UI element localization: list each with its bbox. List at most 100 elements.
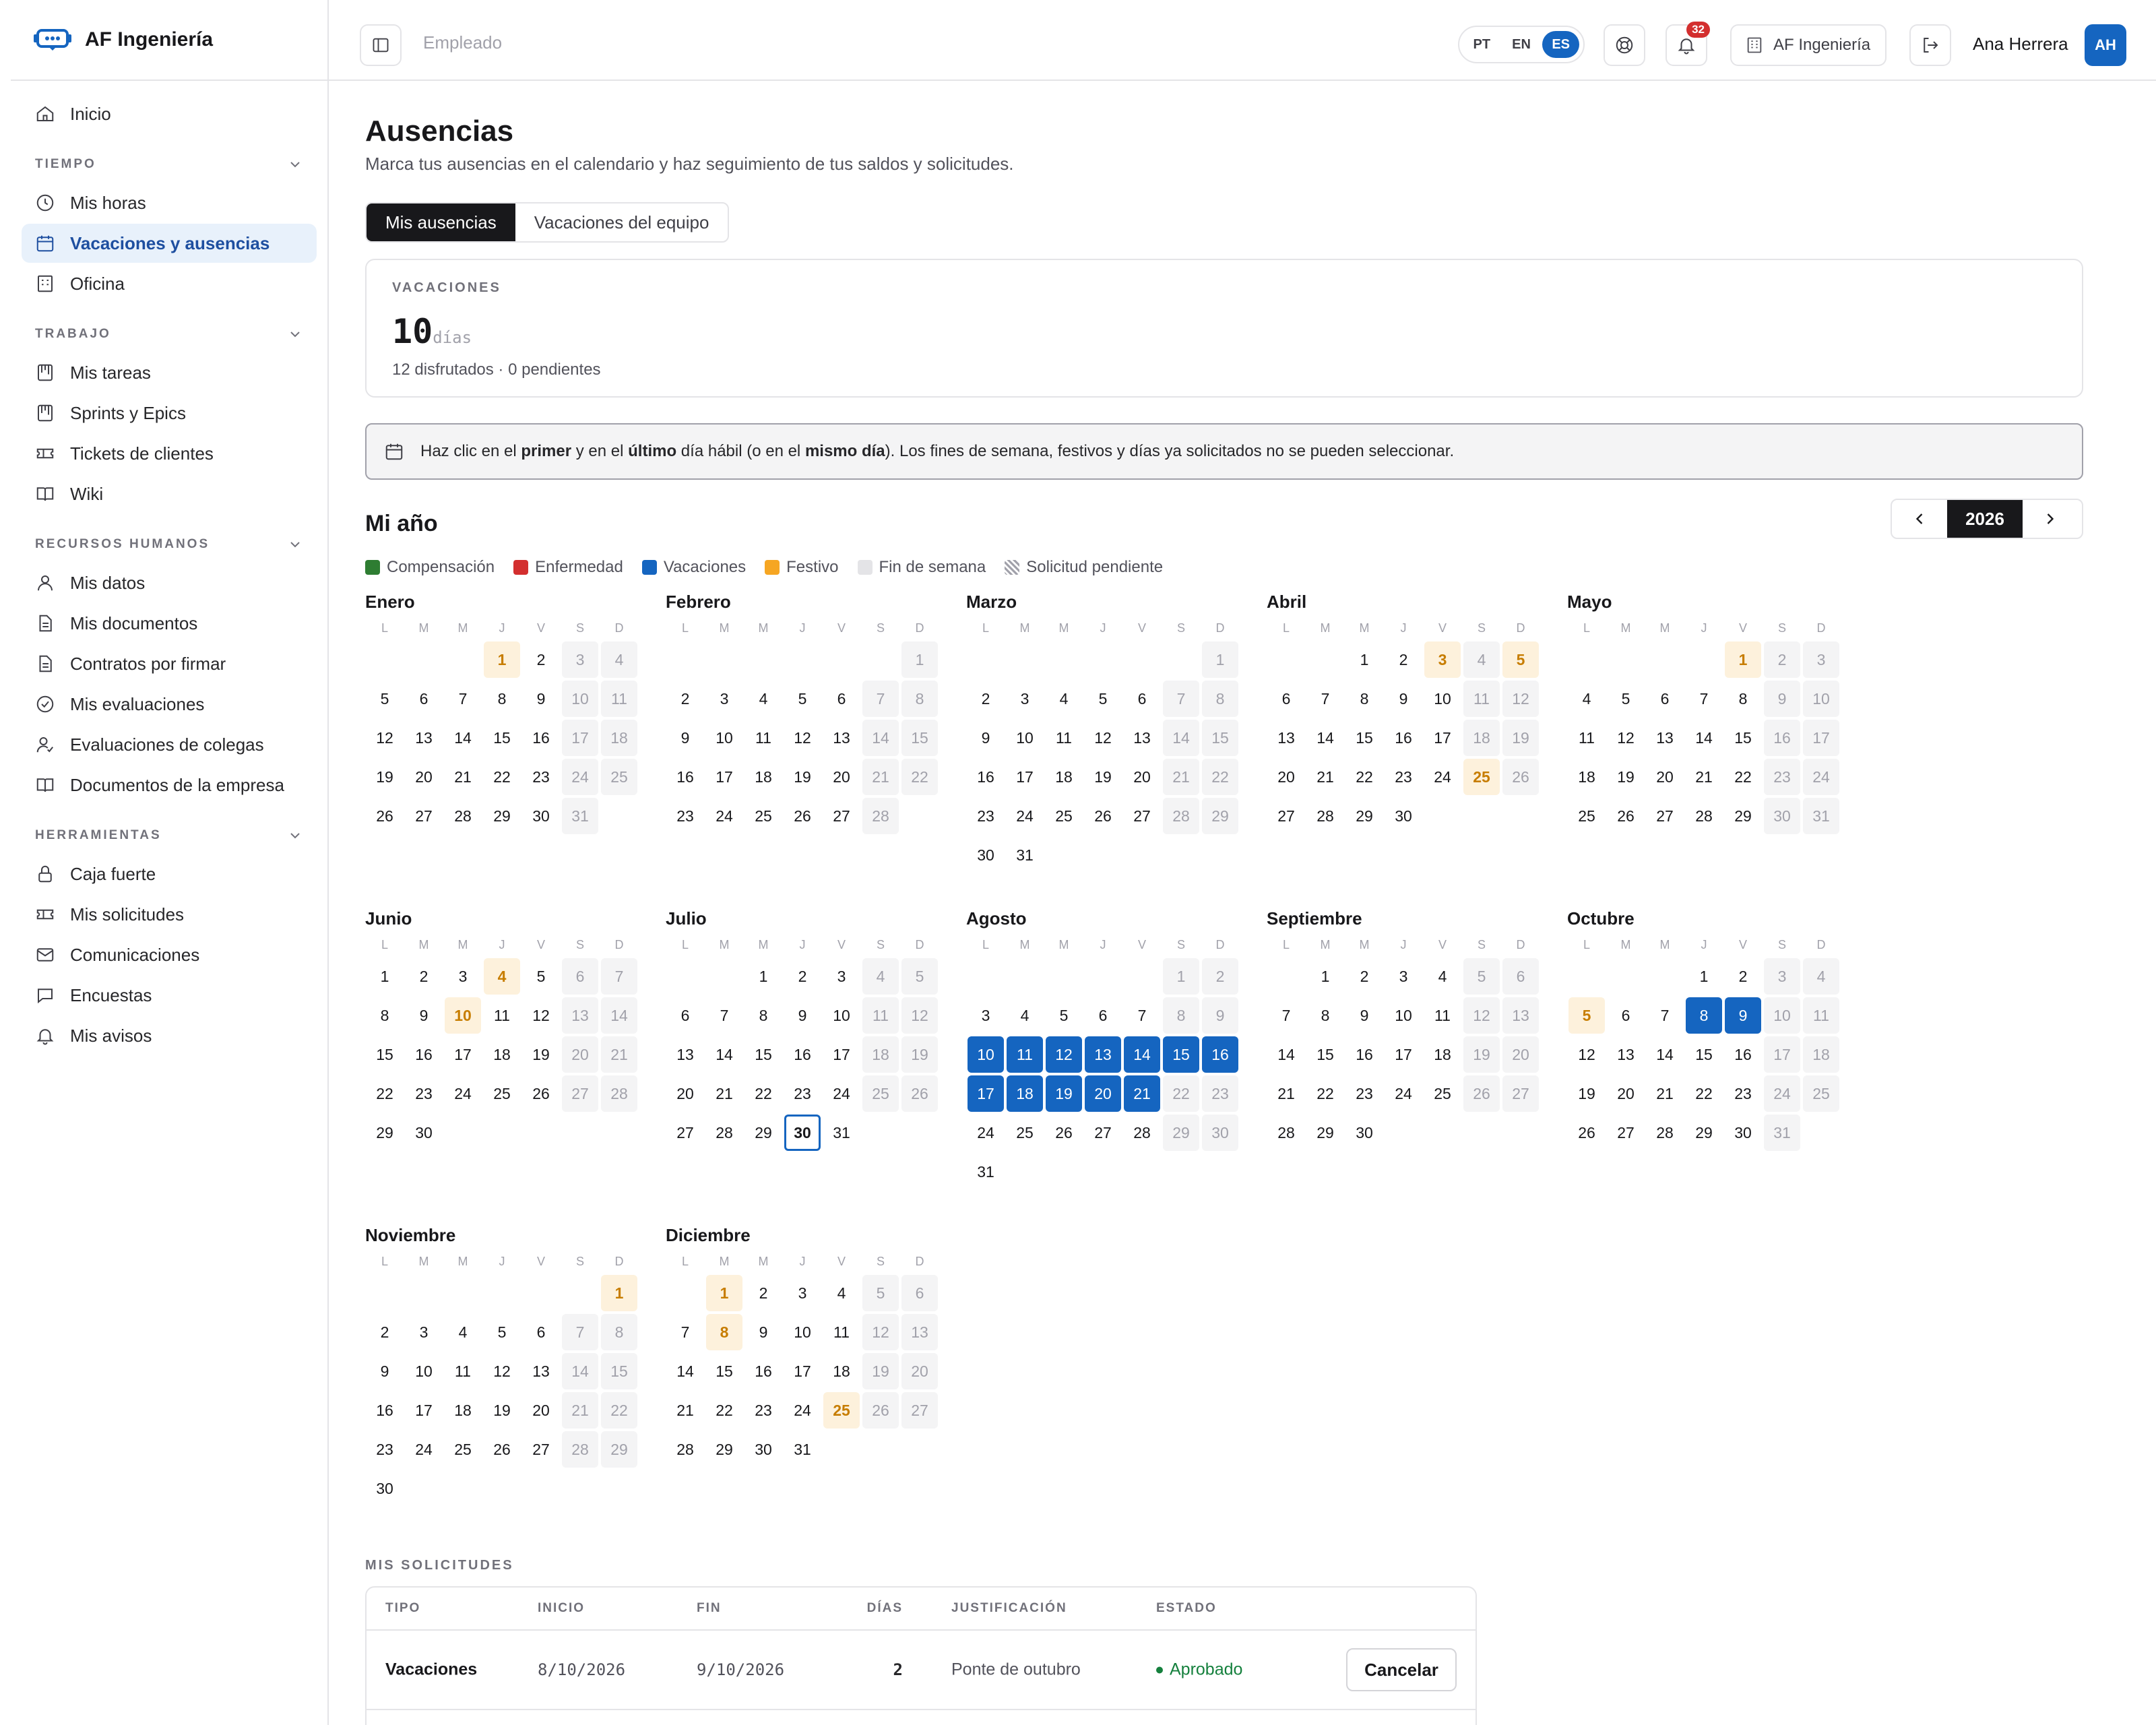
day-cell[interactable]: 16: [1346, 1036, 1383, 1073]
day-cell[interactable]: 10: [1385, 997, 1422, 1034]
sidebar-section-tiempo[interactable]: TIEMPO: [22, 151, 317, 178]
day-cell[interactable]: 15: [1686, 1036, 1722, 1073]
day-cell[interactable]: 7: [1124, 997, 1160, 1034]
lang-option-en[interactable]: EN: [1503, 31, 1540, 58]
sidebar-section-trabajo[interactable]: TRABAJO: [22, 321, 317, 348]
day-cell[interactable]: 27: [1085, 1115, 1121, 1151]
day-cell[interactable]: 25: [484, 1075, 520, 1112]
day-cell[interactable]: 3: [1007, 681, 1043, 717]
cancel-request-button[interactable]: Cancelar: [1346, 1648, 1457, 1691]
day-cell[interactable]: 30: [523, 798, 559, 834]
day-cell[interactable]: 25: [1007, 1115, 1043, 1151]
day-cell[interactable]: 18: [745, 759, 782, 795]
day-cell[interactable]: 14: [1307, 720, 1343, 756]
day-cell[interactable]: 15: [1346, 720, 1383, 756]
day-cell[interactable]: 6: [1268, 681, 1304, 717]
today-day[interactable]: 30: [784, 1115, 821, 1151]
day-cell[interactable]: 21: [1268, 1075, 1304, 1112]
day-cell[interactable]: 24: [445, 1075, 481, 1112]
day-cell[interactable]: 21: [1647, 1075, 1683, 1112]
day-cell[interactable]: 18: [484, 1036, 520, 1073]
day-cell[interactable]: 22: [1307, 1075, 1343, 1112]
organization-button[interactable]: AF Ingeniería: [1730, 24, 1886, 66]
day-cell[interactable]: 22: [1725, 759, 1761, 795]
day-cell[interactable]: 18: [823, 1353, 860, 1389]
day-cell[interactable]: 30: [1725, 1115, 1761, 1151]
day-cell[interactable]: 16: [784, 1036, 821, 1073]
day-cell[interactable]: 16: [968, 759, 1004, 795]
day-cell[interactable]: 15: [706, 1353, 742, 1389]
column-header-dias[interactable]: DÍAS: [867, 1601, 903, 1616]
day-cell[interactable]: 6: [1085, 997, 1121, 1034]
day-cell[interactable]: 27: [1268, 798, 1304, 834]
day-cell[interactable]: 3: [706, 681, 742, 717]
day-cell[interactable]: 8: [745, 997, 782, 1034]
day-cell[interactable]: 23: [367, 1431, 403, 1468]
day-cell[interactable]: 11: [823, 1314, 860, 1350]
day-cell[interactable]: 14: [1268, 1036, 1304, 1073]
vacation-day[interactable]: 21: [1124, 1075, 1160, 1112]
day-cell[interactable]: 3: [823, 958, 860, 995]
vacation-day[interactable]: 11: [1007, 1036, 1043, 1073]
day-cell[interactable]: 28: [1124, 1115, 1160, 1151]
day-cell[interactable]: 24: [1007, 798, 1043, 834]
column-header-justificacion[interactable]: JUSTIFICACIÓN: [951, 1601, 1067, 1616]
day-cell[interactable]: 15: [1725, 720, 1761, 756]
vacation-day[interactable]: 13: [1085, 1036, 1121, 1073]
day-cell[interactable]: 16: [1385, 720, 1422, 756]
vacation-day[interactable]: 18: [1007, 1075, 1043, 1112]
day-cell[interactable]: 27: [823, 798, 860, 834]
day-cell[interactable]: 27: [1124, 798, 1160, 834]
day-cell[interactable]: 7: [445, 681, 481, 717]
vacation-day[interactable]: 16: [1202, 1036, 1238, 1073]
day-cell[interactable]: 30: [406, 1115, 442, 1151]
day-cell[interactable]: 2: [367, 1314, 403, 1350]
day-cell[interactable]: 28: [667, 1431, 703, 1468]
day-cell[interactable]: 3: [406, 1314, 442, 1350]
day-cell[interactable]: 31: [968, 1154, 1004, 1190]
day-cell[interactable]: 7: [667, 1314, 703, 1350]
tab-vacaciones-del-equipo[interactable]: Vacaciones del equipo: [515, 203, 728, 241]
day-cell[interactable]: 23: [1725, 1075, 1761, 1112]
day-cell[interactable]: 20: [1268, 759, 1304, 795]
day-cell[interactable]: 12: [523, 997, 559, 1034]
day-cell[interactable]: 21: [445, 759, 481, 795]
day-cell[interactable]: 4: [823, 1275, 860, 1311]
brand[interactable]: AF Ingeniería: [11, 0, 327, 81]
day-cell[interactable]: 30: [1385, 798, 1422, 834]
day-cell[interactable]: 7: [1268, 997, 1304, 1034]
logout-button[interactable]: [1909, 24, 1951, 66]
sidebar-item-tickets-de-clientes[interactable]: Tickets de clientes: [22, 434, 317, 473]
day-cell[interactable]: 30: [367, 1470, 403, 1507]
vacation-day[interactable]: 19: [1046, 1075, 1082, 1112]
sidebar-item-inicio[interactable]: Inicio: [22, 94, 317, 133]
lang-option-es[interactable]: ES: [1542, 31, 1580, 58]
day-cell[interactable]: 11: [445, 1353, 481, 1389]
day-cell[interactable]: 13: [406, 720, 442, 756]
day-cell[interactable]: 8: [367, 997, 403, 1034]
vacation-day[interactable]: 9: [1725, 997, 1761, 1034]
day-cell[interactable]: 21: [1686, 759, 1722, 795]
sidebar-item-sprints-y-epics[interactable]: Sprints y Epics: [22, 394, 317, 433]
day-cell[interactable]: 6: [667, 997, 703, 1034]
column-header-inicio[interactable]: INICIO: [538, 1601, 585, 1616]
day-cell[interactable]: 7: [706, 997, 742, 1034]
day-cell[interactable]: 27: [1608, 1115, 1644, 1151]
day-cell[interactable]: 3: [784, 1275, 821, 1311]
day-cell[interactable]: 24: [706, 798, 742, 834]
day-cell[interactable]: 17: [1007, 759, 1043, 795]
day-cell[interactable]: 10: [823, 997, 860, 1034]
day-cell[interactable]: 5: [1085, 681, 1121, 717]
day-cell[interactable]: 3: [445, 958, 481, 995]
day-cell[interactable]: 8: [484, 681, 520, 717]
day-cell[interactable]: 26: [484, 1431, 520, 1468]
day-cell[interactable]: 23: [1385, 759, 1422, 795]
day-cell[interactable]: 11: [1046, 720, 1082, 756]
day-cell[interactable]: 4: [1046, 681, 1082, 717]
day-cell[interactable]: 17: [1385, 1036, 1422, 1073]
day-cell[interactable]: 15: [484, 720, 520, 756]
sidebar-item-mis-tareas[interactable]: Mis tareas: [22, 353, 317, 392]
day-cell[interactable]: 29: [1686, 1115, 1722, 1151]
day-cell[interactable]: 12: [484, 1353, 520, 1389]
day-cell[interactable]: 9: [667, 720, 703, 756]
